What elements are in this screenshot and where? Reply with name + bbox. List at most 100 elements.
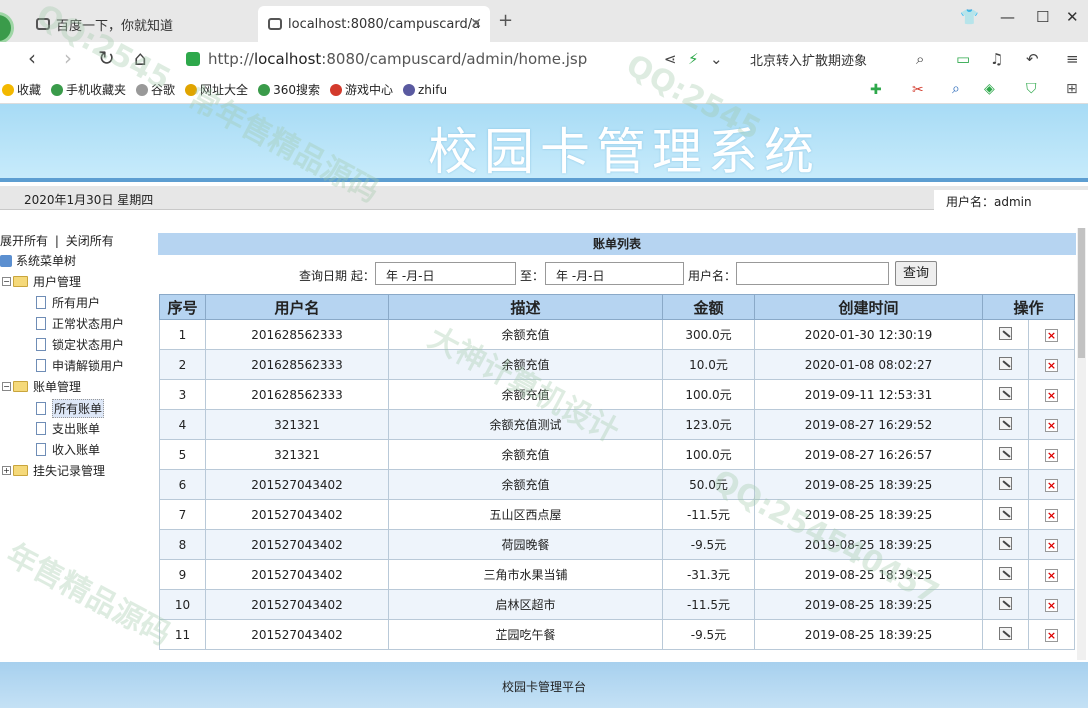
collapse-toggle-icon[interactable]: − (2, 277, 11, 286)
undo-icon[interactable]: ↶ (1026, 50, 1039, 68)
reload-icon[interactable]: ↻ (98, 46, 115, 70)
tree-group-bill-mgmt[interactable]: − 账单管理 (2, 378, 81, 395)
item-label: 所有账单 (52, 399, 105, 418)
cell-amount: -31.3元 (662, 559, 755, 590)
browser-navbar: ‹ › ↻ ⌂ http://localhost:8080/campuscard… (0, 42, 1088, 76)
edit-icon[interactable] (999, 446, 1012, 460)
tree-root[interactable]: 系统菜单树 (0, 252, 76, 269)
bookmark-item[interactable]: zhifu (402, 83, 447, 97)
shield-icon[interactable]: ⛉ (1026, 81, 1037, 97)
star-icon (2, 83, 14, 96)
delete-icon[interactable]: × (1045, 568, 1058, 582)
date-to-input[interactable]: 年 -月-日 (545, 262, 684, 285)
collapse-toggle-icon[interactable]: − (2, 382, 11, 391)
search-suggestion: 北京转入扩散期迹象 (750, 53, 868, 69)
bookmark-item[interactable]: 收藏 (2, 81, 41, 98)
expand-all-link[interactable]: 展开所有 (0, 234, 48, 248)
username-input[interactable] (736, 262, 889, 285)
close-window-icon[interactable]: ✕ (1066, 8, 1079, 26)
menu-icon[interactable]: ≡ (1066, 50, 1079, 68)
expand-toggle-icon[interactable]: + (2, 466, 11, 475)
delete-icon[interactable]: × (1045, 508, 1058, 522)
collapse-all-link[interactable]: 关闭所有 (66, 234, 114, 248)
delete-icon[interactable]: × (1045, 388, 1058, 402)
current-user: 用户名：admin (934, 190, 1088, 210)
magnifier-icon[interactable]: ⌕ (952, 81, 960, 97)
tree-group-user-mgmt[interactable]: − 用户管理 (2, 273, 81, 290)
shirt-icon[interactable]: 👕 (960, 8, 979, 26)
sidebar-item-unlock-requests[interactable]: 申请解锁用户 (36, 357, 124, 374)
delete-icon[interactable]: × (1045, 448, 1058, 462)
delete-cell: × (1027, 589, 1075, 620)
browser-tab-active[interactable]: localhost:8080/campuscard/a ✕ (258, 6, 490, 42)
forward-icon[interactable]: › (64, 46, 72, 70)
bookmark-item[interactable]: 谷歌 (136, 81, 175, 98)
edit-icon[interactable] (999, 536, 1012, 550)
gamepad-icon[interactable]: ◈ (984, 81, 995, 97)
bookmark-item[interactable]: 360搜索 (258, 81, 320, 98)
delete-icon[interactable]: × (1045, 598, 1058, 612)
cell-amount: 300.0元 (662, 319, 755, 350)
edit-icon[interactable] (999, 596, 1012, 610)
edit-cell (982, 409, 1029, 440)
bookmark-item[interactable]: 游戏中心 (329, 81, 393, 98)
delete-cell: × (1027, 499, 1075, 530)
delete-cell: × (1027, 469, 1075, 500)
tree-group-loss-records[interactable]: + 挂失记录管理 (2, 462, 105, 479)
date-from-input[interactable]: 年 -月-日 (375, 262, 516, 285)
browser-tab-baidu[interactable]: 百度一下，你就知道 (30, 6, 254, 42)
delete-cell: × (1027, 319, 1075, 350)
bookmark-item[interactable]: 网址大全 (185, 81, 248, 98)
cell-time: 2020-01-30 12:30:19 (754, 319, 983, 350)
sidebar-item-income-bills[interactable]: 收入账单 (36, 441, 100, 458)
edit-icon[interactable] (999, 566, 1012, 580)
info-bar: 2020年1月30日 星期四 用户名：admin (0, 186, 1088, 210)
new-tab-button[interactable]: + (498, 10, 513, 31)
username-label: 用户名： (688, 269, 737, 283)
delete-icon[interactable]: × (1045, 418, 1058, 432)
back-icon[interactable]: ‹ (28, 46, 36, 70)
maximize-icon[interactable]: ☐ (1036, 8, 1049, 26)
edit-icon[interactable] (999, 326, 1012, 340)
sidebar-item-all-users[interactable]: 所有用户 (36, 294, 100, 311)
edit-icon[interactable] (999, 626, 1012, 640)
sidebar-item-locked-users[interactable]: 锁定状态用户 (36, 336, 124, 353)
search-input[interactable]: 北京转入扩散期迹象 (738, 46, 938, 72)
headphones-icon[interactable]: ♫ (990, 50, 1003, 68)
cell-user: 201527043402 (205, 559, 389, 590)
plugin-icon[interactable]: ✚ (870, 82, 882, 98)
delete-icon[interactable]: × (1045, 628, 1058, 642)
delete-icon[interactable]: × (1045, 538, 1058, 552)
cell-user: 201527043402 (205, 469, 389, 500)
scrollbar-thumb[interactable] (1078, 228, 1085, 358)
delete-icon[interactable]: × (1045, 478, 1058, 492)
chevron-down-icon[interactable]: ⌄ (710, 50, 723, 68)
share-icon[interactable]: ⋖ (664, 50, 677, 68)
address-bar[interactable]: http://localhost:8080/campuscard/admin/h… (186, 45, 656, 73)
bookmark-item[interactable]: 手机收藏夹 (51, 81, 126, 98)
edit-icon[interactable] (999, 386, 1012, 400)
cell-desc: 三角市水果当铺 (388, 559, 663, 590)
edit-icon[interactable] (999, 506, 1012, 520)
sidebar-item-expense-bills[interactable]: 支出账单 (36, 420, 100, 437)
scissors-icon[interactable]: ✂ (912, 82, 924, 98)
current-date: 2020年1月30日 星期四 (24, 193, 154, 207)
search-icon[interactable]: ⌕ (916, 50, 924, 68)
edit-icon[interactable] (999, 476, 1012, 490)
query-button[interactable]: 查询 (895, 261, 937, 286)
edit-icon[interactable] (999, 356, 1012, 370)
apps-grid-icon[interactable]: ⊞ (1066, 81, 1078, 97)
cell-desc: 启林区超市 (388, 589, 663, 620)
browser-avatar[interactable] (0, 12, 14, 44)
sidebar-item-all-bills[interactable]: 所有账单 (36, 399, 105, 418)
sidebar-item-normal-users[interactable]: 正常状态用户 (36, 315, 124, 332)
item-label: 收入账单 (52, 443, 101, 457)
home-icon[interactable]: ⌂ (134, 46, 147, 70)
minimize-icon[interactable]: — (1000, 8, 1015, 26)
lightning-icon[interactable]: ⚡ (688, 50, 699, 68)
edit-icon[interactable] (999, 416, 1012, 430)
tab-close-icon[interactable]: ✕ (470, 16, 482, 32)
battery-icon[interactable]: ▭ (956, 50, 970, 68)
delete-icon[interactable]: × (1045, 328, 1058, 342)
delete-icon[interactable]: × (1045, 358, 1058, 372)
